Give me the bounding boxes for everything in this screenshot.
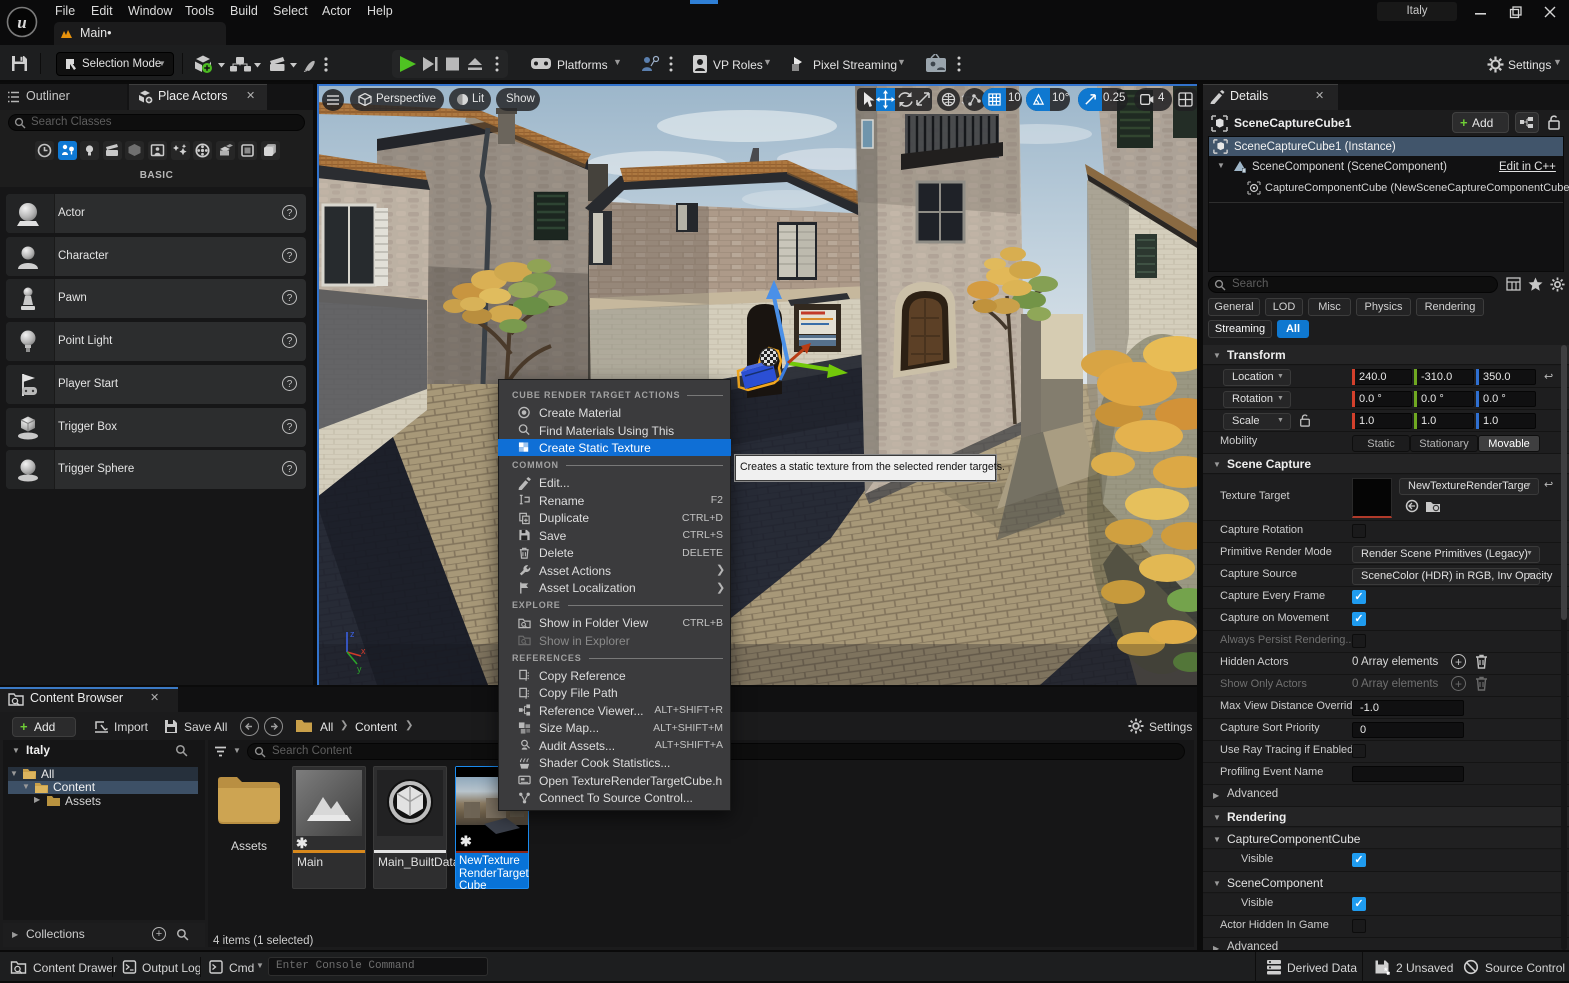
svg-text:x: x: [361, 646, 366, 656]
svg-text:y: y: [357, 664, 362, 674]
svg-text:z: z: [350, 629, 355, 639]
svg-text:*: *: [1384, 966, 1388, 975]
svg-text:u: u: [17, 13, 26, 32]
